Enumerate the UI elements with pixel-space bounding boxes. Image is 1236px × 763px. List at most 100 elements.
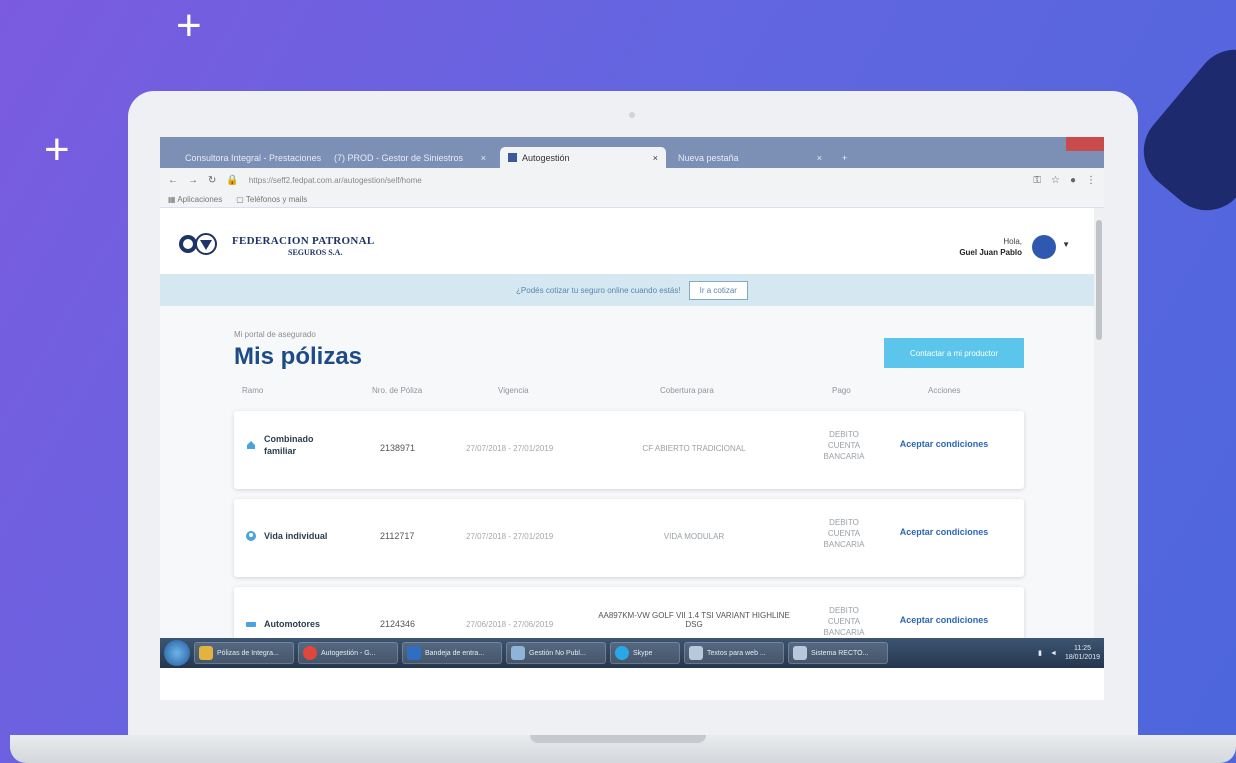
column-header: Pago [832,386,851,395]
mail-icon [407,646,421,660]
lock-icon: 🔒 [226,174,239,186]
brand-name: FEDERACION PATRONAL [232,235,375,247]
tab-label: Autogestión [522,152,570,163]
taskbar-item-label: Gestión No Publ... [529,649,586,657]
scrollbar[interactable] [1094,208,1104,680]
start-button[interactable] [164,640,190,666]
policy-validity: 27/07/2018 - 27/01/2019 [466,444,554,453]
folder-icon [199,646,213,660]
minimize-button[interactable] [1022,137,1044,151]
banner-text: ¿Podés cotizar tu seguro online cuando e… [516,285,681,295]
close-icon[interactable]: × [653,153,658,163]
chrome-icon [303,646,317,660]
taskbar-item[interactable]: Pólizas de Integra... [194,642,294,664]
accept-conditions-link[interactable]: Aceptar condiciones [899,615,989,626]
bookmark-apps[interactable]: ▦ Aplicaciones [168,195,222,204]
accept-conditions-link[interactable]: Aceptar condiciones [899,439,989,450]
policy-branch-label: Vida individual [264,531,328,541]
accept-conditions-link[interactable]: Aceptar condiciones [899,527,989,538]
policy-number: 2138971 [380,443,416,453]
tab-favicon-icon [508,153,517,162]
network-icon[interactable]: ▮ [1038,649,1042,657]
taskbar-item-label: Sistema RECTO... [811,649,869,657]
plus-decoration-icon: + [176,1,202,50]
new-tab-button[interactable]: + [834,147,858,168]
column-header: Cobertura para [660,386,714,395]
decorative-shape [1127,33,1236,227]
clock[interactable]: 11:25 18/01/2019 [1065,644,1100,662]
address-bar-row: ← → ↻ 🔒 https://seff2.fedpat.com.ar/auto… [160,168,1104,192]
user-greeting: Hola, Guel Juan Pablo [959,236,1022,258]
browser-tab[interactable]: (7) PROD - Gestor de Siniestros × [326,147,494,168]
policy-branch: Vida individual [246,531,327,541]
policy-card: Vida individual 2112717 27/07/2018 - 27/… [234,499,1024,577]
close-window-button[interactable] [1066,137,1104,151]
tab-label: (7) PROD - Gestor de Siniestros [334,152,464,163]
taskbar-item[interactable]: Sistema RECTO... [788,642,888,664]
contact-producer-button[interactable]: Contactar a mi productor [884,338,1024,368]
app-icon [793,646,807,660]
screen-bezel-bottom [160,668,1104,700]
url-field[interactable]: https://seff2.fedpat.com.ar/autogestion/… [248,172,1024,188]
windows-taskbar: Pólizas de Integra... Autogestión - G...… [160,638,1104,668]
laptop-camera [629,112,635,118]
laptop-notch [530,735,706,743]
browser-tab[interactable]: Nueva pestaña × [670,147,830,168]
car-icon [246,622,256,627]
clock-date: 18/01/2019 [1064,654,1100,661]
quote-banner: ¿Podés cotizar tu seguro online cuando e… [160,274,1104,306]
taskbar-item-label: Autogestión - G... [321,649,376,657]
policy-validity: 27/06/2018 - 27/06/2019 [466,620,554,629]
policy-number: 2124346 [380,619,416,629]
column-header: Nro. de Póliza [372,386,423,395]
bookmarks-bar: ▦ Aplicaciones ▢ Teléfonos y mails [160,192,1104,208]
web-page: FEDERACION PATRONAL SEGUROS S.A. Hola, G… [160,208,1104,680]
column-header: Acciones [928,386,961,395]
policy-payment: DEBITO CUENTA BANCARIA [823,518,865,549]
scrollbar-thumb[interactable] [1096,220,1102,340]
quote-button[interactable]: Ir a cotizar [688,280,748,300]
user-name: Guel Juan Pablo [959,248,1022,257]
maximize-button[interactable] [1044,137,1066,151]
key-icon[interactable]: ⚿ [1033,175,1041,186]
site-header: FEDERACION PATRONAL SEGUROS S.A. Hola, G… [160,208,1104,274]
taskbar-item[interactable]: Skype [610,642,680,664]
logo-icon[interactable] [178,232,218,256]
taskbar-item[interactable]: Textos para web ... [684,642,784,664]
chevron-down-icon[interactable]: ▼ [1062,240,1070,249]
skype-icon [615,646,629,660]
close-icon[interactable]: × [817,153,822,163]
avatar[interactable] [1032,235,1056,259]
browser-tab-active[interactable]: Autogestión × [500,147,666,168]
column-header: Vigencia [498,386,529,395]
policy-validity: 27/07/2018 - 27/01/2019 [466,532,554,541]
laptop-screen: Consultora Integral - Prestaciones × (7)… [160,137,1104,700]
home-icon [247,441,255,449]
menu-icon[interactable]: ⋮ [1086,175,1096,186]
column-header: Ramo [242,386,264,395]
greeting-text: Hola, [1003,237,1022,246]
close-icon[interactable]: × [481,153,486,163]
taskbar-item[interactable]: Autogestión - G... [298,642,398,664]
policy-coverage: CF ABIERTO TRADICIONAL [642,444,746,453]
page-title: Mis pólizas [234,343,363,370]
back-arrow-icon[interactable]: ← [168,175,178,186]
browser-tabbar: Consultora Integral - Prestaciones × (7)… [160,137,1104,168]
brand-subtitle: SEGUROS S.A. [288,248,343,257]
extension-icon[interactable]: ● [1070,175,1076,186]
bookmark-label: Teléfonos y mails [245,195,308,204]
volume-icon[interactable]: ◄ [1050,650,1057,657]
tab-label: Nueva pestaña [678,152,739,163]
window-controls [1022,137,1104,151]
policy-branch-label: Automotores [264,619,320,629]
reload-icon[interactable]: ↻ [208,175,216,186]
star-icon[interactable]: ☆ [1051,175,1060,186]
bookmark-folder[interactable]: ▢ Teléfonos y mails [236,195,307,204]
taskbar-item[interactable]: Bandeja de entra... [402,642,502,664]
policy-payment: DEBITO CUENTA BANCARIA [823,430,865,461]
system-tray: ▮ ◄ 11:25 18/01/2019 [1038,644,1100,662]
forward-arrow-icon[interactable]: → [188,175,198,186]
policy-payment: DEBITO CUENTA BANCARIA [823,606,865,637]
taskbar-item[interactable]: Gestión No Publ... [506,642,606,664]
browser-tab[interactable]: Consultora Integral - Prestaciones × [172,147,322,168]
